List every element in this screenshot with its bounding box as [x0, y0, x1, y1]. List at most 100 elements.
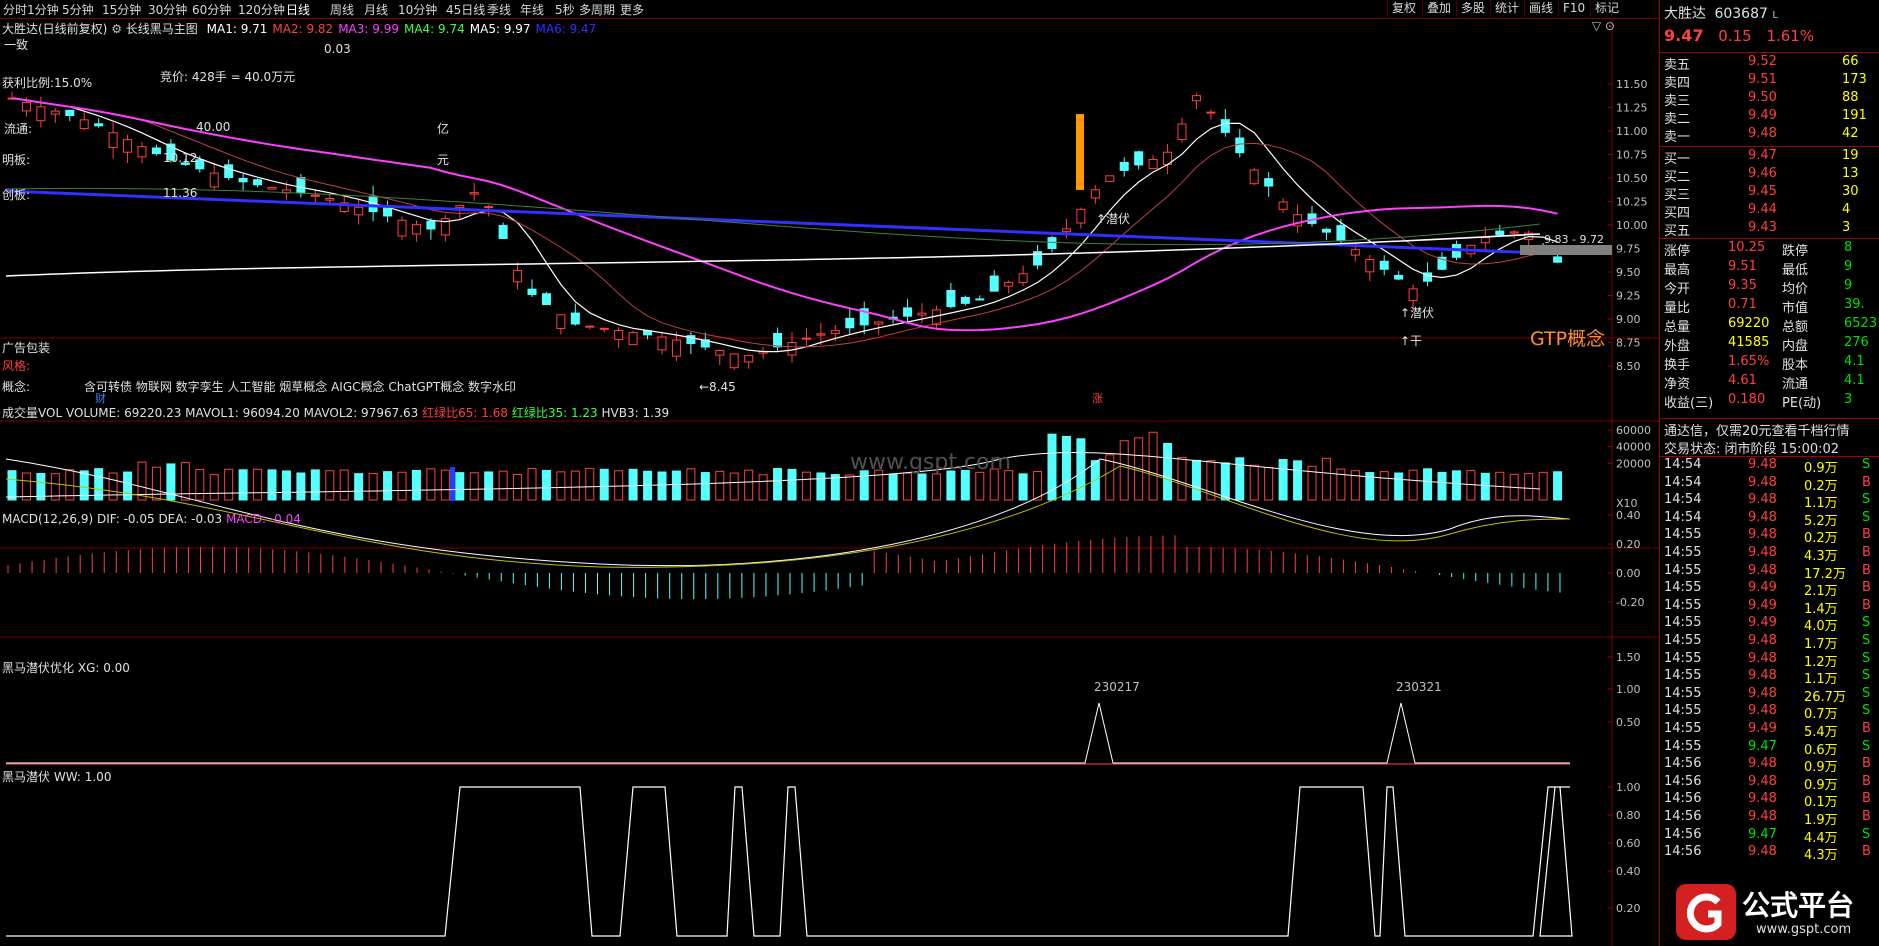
candle-body [383, 207, 393, 217]
toolbar-action-5[interactable]: F10 [1558, 0, 1589, 17]
gem-board-label: 创板: [2, 188, 31, 202]
tick-row[interactable]: 14:55 9.48 4.3万 B [1664, 545, 1878, 564]
tick-time: 14:54 [1664, 474, 1702, 490]
notice-banner[interactable]: 通达信，仅需20元查看千档行情 [1664, 420, 1878, 439]
stat-row[interactable]: 净资 4.61 流通 4.1 [1664, 373, 1878, 392]
stat-row[interactable]: 量比 0.71 市值 39. [1664, 297, 1878, 316]
volume-bar [1018, 473, 1028, 501]
candle-body [94, 123, 104, 127]
period-tab-11[interactable]: 45日线 [446, 1, 485, 18]
candle-body [556, 314, 566, 330]
period-tab-0[interactable]: 分时 [3, 1, 27, 18]
volume-hvb3: HVB3: 1.39 [601, 406, 670, 420]
tick-row[interactable]: 14:54 9.48 0.9万 S [1664, 457, 1878, 476]
tick-row[interactable]: 14:56 9.47 4.4万 S [1664, 826, 1878, 846]
ask-row[interactable]: 卖一 9.48 42 [1664, 126, 1878, 145]
tick-row[interactable]: 14:55 9.48 1.2万 S [1664, 651, 1878, 670]
tick-row[interactable]: 14:55 9.48 1.1万 S [1664, 668, 1878, 687]
tick-row[interactable]: 14:54 9.48 1.1万 S [1664, 492, 1878, 511]
toolbar-action-1[interactable]: 叠加 [1422, 0, 1455, 17]
ask-row[interactable]: 卖四 9.51 173 [1664, 72, 1878, 91]
tick-row[interactable]: 14:55 9.49 5.4万 B [1664, 721, 1878, 740]
panel-controls[interactable]: ▽ ⊙ [1592, 19, 1615, 33]
stat-row[interactable]: 换手 1.65% 股本 4.1 [1664, 354, 1878, 373]
stat-row[interactable]: 总量 69220 总额 6523 [1664, 316, 1878, 335]
tick-row[interactable]: 14:55 9.48 26.7万 S [1664, 685, 1878, 705]
toolbar-action-6[interactable]: 标记 [1590, 0, 1623, 17]
period-tab-1[interactable]: 1分钟 [27, 1, 59, 18]
tick-time: 14:56 [1664, 826, 1702, 842]
tick-row[interactable]: 14:55 9.47 0.6万 S [1664, 739, 1878, 758]
period-tab-2[interactable]: 5分钟 [62, 1, 94, 18]
toolbar-action-0[interactable]: 复权 [1387, 0, 1420, 17]
stat-row[interactable]: 最高 9.51 最低 9 [1664, 259, 1878, 278]
candle-body [1278, 201, 1288, 210]
macd-title[interactable]: MACD(12,26,9) [2, 512, 93, 526]
xg-title[interactable]: 黑马潜伏优化 [2, 661, 74, 675]
period-tab-15[interactable]: 多周期 [579, 1, 615, 18]
gear-icon[interactable]: ⚙ [111, 22, 122, 36]
ask-row[interactable]: 卖三 9.50 88 [1664, 90, 1878, 109]
period-tab-3[interactable]: 15分钟 [102, 1, 141, 18]
toolbar-action-2[interactable]: 多股 [1456, 0, 1489, 17]
period-tab-16[interactable]: 更多 [620, 1, 644, 18]
period-tab-4[interactable]: 30分钟 [148, 1, 187, 18]
tick-row[interactable]: 14:55 9.48 1.7万 S [1664, 633, 1878, 652]
chart-area[interactable]: 11.50 11.25 11.00 10.75 10.50 10.25 10.00 9.75 9… [0, 19, 1659, 946]
stat-row[interactable]: 涨停 10.25 跌停 8 [1664, 240, 1878, 259]
period-tab-10[interactable]: 10分钟 [398, 1, 437, 18]
toolbar-action-4[interactable]: 画线 [1524, 0, 1557, 17]
bid-volume: 19 [1842, 148, 1859, 163]
tick-row[interactable]: 14:55 9.48 0.2万 B [1664, 527, 1878, 546]
period-tab-9[interactable]: 月线 [364, 1, 388, 18]
stat-row[interactable]: 外盘 41585 内盘 276 [1664, 335, 1878, 354]
volume-axis-tick-0: 60000 [1616, 424, 1651, 437]
bid-row[interactable]: 买五 9.43 3 [1664, 220, 1878, 239]
period-tab-12[interactable]: 季线 [487, 1, 511, 18]
volume-bar [527, 468, 537, 501]
auction-text: 竞价: 428手 = 40.0万元 [160, 70, 296, 84]
tick-row[interactable]: 14:56 9.48 1.9万 B [1664, 809, 1878, 828]
bid-price: 9.43 [1748, 220, 1777, 235]
tick-row[interactable]: 14:55 9.49 1.4万 B [1664, 598, 1878, 617]
tick-row[interactable]: 14:56 9.48 0.9万 B [1664, 774, 1878, 793]
bid-row[interactable]: 买四 9.44 4 [1664, 202, 1878, 221]
tick-row[interactable]: 14:54 9.48 0.2万 B [1664, 474, 1878, 494]
tick-row[interactable]: 14:55 9.49 4.0万 S [1664, 615, 1878, 634]
tick-volume: 26.7万 [1804, 689, 1846, 705]
tick-row[interactable]: 14:54 9.48 5.2万 S [1664, 510, 1878, 529]
bid-row[interactable]: 买三 9.45 30 [1664, 184, 1878, 203]
tick-volume: 5.4万 [1804, 725, 1838, 740]
toolbar-action-3[interactable]: 统计 [1490, 0, 1523, 17]
tick-row[interactable]: 14:56 9.48 0.1万 B [1664, 791, 1878, 810]
tick-row[interactable]: 14:55 9.48 17.2万 B [1664, 563, 1878, 582]
volume-bar [440, 469, 450, 501]
volume-panel: 60000 40000 20000 [5, 424, 1651, 501]
low-annotation: ←8.45 [699, 380, 736, 394]
indicator-name[interactable]: 长线黑马主图 [126, 22, 198, 36]
stat-row[interactable]: 收益(三) 0.180 PE(动) 3 [1664, 392, 1878, 411]
period-tab-5[interactable]: 60分钟 [192, 1, 231, 18]
bid-price: 9.46 [1748, 166, 1777, 181]
tick-price: 9.48 [1748, 685, 1777, 701]
period-tab-7[interactable]: 日线 [286, 1, 310, 18]
period-tab-14[interactable]: 5秒 [555, 1, 575, 18]
tick-row[interactable]: 14:56 9.48 0.9万 B [1664, 756, 1878, 775]
bid-row[interactable]: 买一 9.47 19 [1664, 148, 1878, 167]
tick-row[interactable]: 14:56 9.48 4.3万 B [1664, 844, 1878, 863]
volume-bar [21, 472, 31, 501]
volume-bar [845, 474, 855, 501]
tick-row[interactable]: 14:55 9.48 0.7万 S [1664, 703, 1878, 722]
volume-bar [1293, 460, 1303, 501]
period-tab-13[interactable]: 年线 [520, 1, 544, 18]
ww-panel: 1.00 0.80 0.60 0.40 0.20 [6, 781, 1641, 937]
tick-row[interactable]: 14:55 9.49 2.1万 B [1664, 580, 1878, 599]
period-tab-6[interactable]: 120分钟 [238, 1, 285, 18]
stat-row[interactable]: 今开 9.35 均价 9 [1664, 278, 1878, 297]
volume-title[interactable]: 成交量VOL [2, 406, 62, 420]
ask-row[interactable]: 卖五 9.52 66 [1664, 54, 1878, 73]
ask-row[interactable]: 卖二 9.49 191 [1664, 108, 1878, 127]
bid-row[interactable]: 买二 9.46 13 [1664, 166, 1878, 185]
ww-title[interactable]: 黑马潜伏 [2, 770, 50, 784]
period-tab-8[interactable]: 周线 [330, 1, 354, 18]
